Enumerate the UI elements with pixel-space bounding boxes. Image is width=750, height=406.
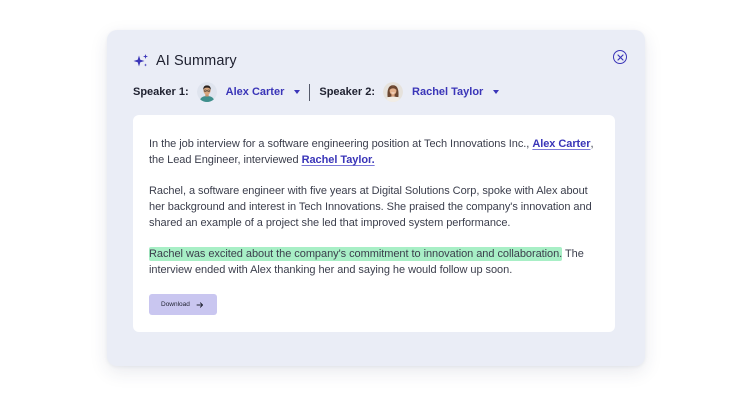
summary-text: In the job interview for a software engi… [149, 138, 533, 150]
speaker-1-dropdown[interactable]: Alex Carter [226, 86, 310, 98]
summary-paragraph-1: In the job interview for a software engi… [149, 136, 599, 168]
speaker-1-link[interactable]: Alex Carter [532, 138, 590, 150]
close-button[interactable] [613, 50, 627, 64]
speaker-divider [309, 83, 311, 101]
download-label: Download [161, 301, 190, 308]
close-circle-icon [616, 53, 624, 61]
arrow-right-icon [196, 301, 204, 309]
summary-paragraph-3: Rachel was excited about the company's c… [149, 246, 599, 278]
summary-paragraph-2: Rachel, a software engineer with five ye… [149, 185, 592, 229]
speaker-2-link[interactable]: Rachel Taylor. [302, 154, 375, 166]
sparkle-icon [133, 53, 149, 69]
speaker-2-avatar [383, 82, 404, 102]
speaker-2-dropdown[interactable]: Rachel Taylor [412, 86, 508, 98]
summary-card: In the job interview for a software engi… [133, 115, 615, 332]
speaker-2-name: Rachel Taylor [412, 86, 484, 98]
panel-title: AI Summary [156, 53, 237, 69]
speaker-1-label: Speaker 1: [133, 86, 189, 98]
chevron-down-icon [493, 90, 500, 94]
highlighted-sentence: Rachel was excited about the company's c… [149, 247, 563, 261]
chevron-down-icon [294, 90, 301, 94]
speaker-2-label: Speaker 2: [319, 86, 376, 98]
speaker-1-name: Alex Carter [225, 86, 285, 98]
download-button[interactable]: Download [149, 294, 217, 315]
panel-header: AI Summary [133, 50, 237, 72]
speaker-bar: Speaker 1: Alex Carter Speaker 2: Rachel… [133, 81, 508, 103]
ai-summary-panel: AI Summary Speaker 1: Alex Carter Speake… [107, 30, 645, 366]
speaker-1-avatar [196, 82, 217, 102]
